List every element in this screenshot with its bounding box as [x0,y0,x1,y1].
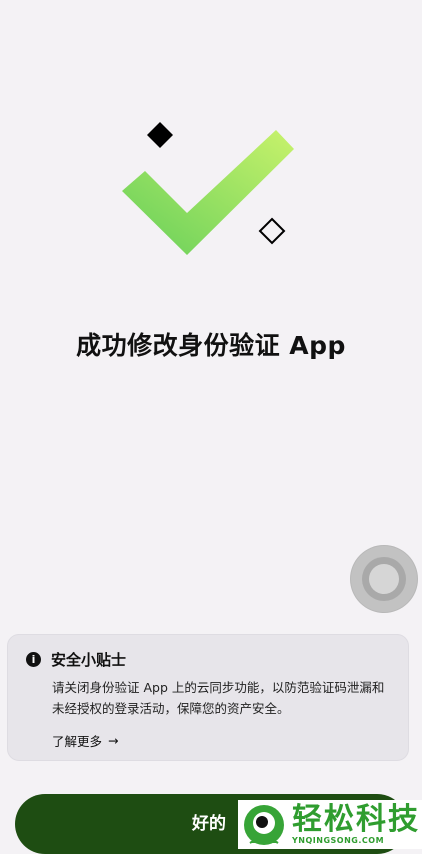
learn-more-label: 了解更多 [52,734,103,749]
tips-body: 请关闭身份验证 App 上的云同步功能，以防范验证码泄漏和未经授权的登录活动，保… [52,680,385,716]
outline-diamond-icon [258,217,286,245]
learn-more-link[interactable]: 了解更多 → [52,731,119,750]
watermark: 轻松科技 YNQINGSONG.COM [238,800,422,849]
tips-title: 安全小贴士 [51,651,127,669]
info-icon: i [26,652,41,667]
assistive-touch-button[interactable] [350,545,418,613]
checkmark-icon [122,130,294,255]
filled-diamond-icon [147,122,173,148]
watermark-brand: 轻松科技 [292,801,420,837]
security-tips-card: i 安全小贴士 请关闭身份验证 App 上的云同步功能，以防范验证码泄漏和未经授… [7,634,409,761]
watermark-domain: YNQINGSONG.COM [292,835,385,845]
ok-button-label: 好的 [192,813,226,834]
assistive-touch-core [369,564,399,594]
success-illustration [110,112,310,267]
arrow-right-icon: → [108,733,119,748]
page-title: 成功修改身份验证 App [76,331,346,360]
watermark-logo-icon [244,804,284,845]
tips-header: i 安全小贴士 [26,649,126,670]
